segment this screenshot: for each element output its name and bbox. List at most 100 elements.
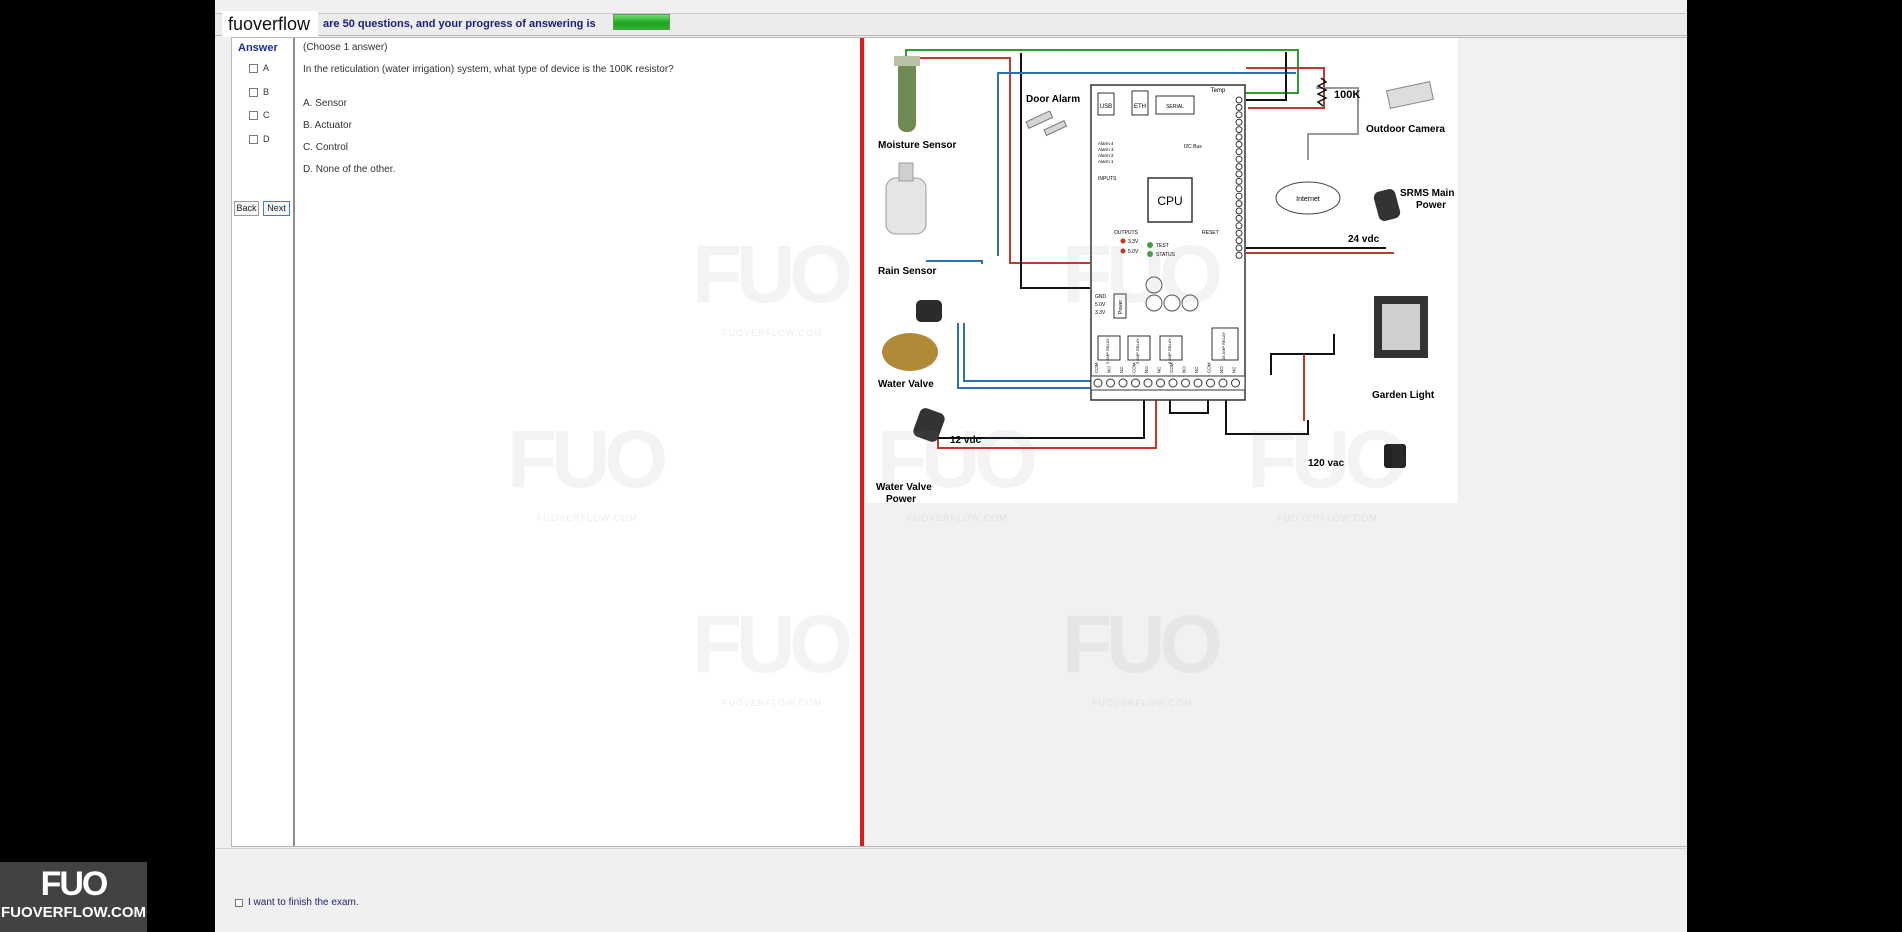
door-alarm-label: Door Alarm bbox=[1026, 94, 1080, 105]
answer-option-label: A bbox=[263, 63, 270, 73]
fuoverflow-logo: FUO FUOVERFLOW.COM bbox=[0, 862, 147, 932]
answer-checkbox[interactable] bbox=[249, 63, 258, 73]
terminal-label: COM bbox=[1207, 362, 1212, 373]
garden-light-label: Garden Light bbox=[1372, 390, 1435, 401]
answer-option-d[interactable]: D bbox=[249, 134, 270, 144]
wire-blue-valve bbox=[957, 323, 1095, 389]
next-button[interactable]: Next bbox=[263, 201, 290, 216]
serial-label: SERIAL bbox=[1166, 104, 1184, 110]
i2c-label: I2C Bus bbox=[1184, 144, 1202, 150]
terminal-label: NO bbox=[1144, 366, 1149, 373]
side-terminal-screw bbox=[1235, 126, 1243, 134]
water-valve-graphic bbox=[882, 333, 938, 371]
terminal-label: NO bbox=[1107, 366, 1112, 373]
side-terminal-screw bbox=[1235, 192, 1243, 200]
answer-option-label: B bbox=[263, 87, 270, 97]
watermark-text: FUOVERFLOW.COM bbox=[1092, 698, 1193, 708]
watermark-text: FUOVERFLOW.COM bbox=[907, 513, 1008, 523]
terminal-label: COM bbox=[1132, 362, 1137, 373]
moisture-sensor-graphic bbox=[898, 60, 916, 132]
title-strip bbox=[215, 0, 1687, 14]
side-terminal-screw bbox=[1235, 200, 1243, 208]
terminal-label: NC bbox=[1232, 366, 1237, 373]
relay-label: 5 AMP RELAY bbox=[1167, 338, 1172, 364]
srms-label: Power bbox=[1416, 200, 1446, 211]
watermark-text: FUOVERFLOW.COM bbox=[537, 513, 638, 523]
terminal-label: NO bbox=[1219, 366, 1224, 373]
terminal-label: NC bbox=[1157, 366, 1162, 373]
eth-label: ETH bbox=[1134, 104, 1146, 110]
progress-text: are 50 questions, and your progress of a… bbox=[323, 18, 596, 30]
answer-option-b[interactable]: B bbox=[249, 87, 269, 97]
side-terminal-screw bbox=[1235, 229, 1243, 237]
temp-label: Temp bbox=[1211, 88, 1226, 94]
answer-checkbox[interactable] bbox=[249, 134, 258, 144]
terminal-screw bbox=[1156, 378, 1165, 388]
adapter-24v-graphic bbox=[1373, 189, 1401, 221]
alarm-label: Alarm 2 bbox=[1098, 153, 1114, 158]
terminal-screw bbox=[1118, 378, 1128, 388]
water-valve-label: Water Valve bbox=[878, 379, 934, 390]
water-valve-solenoid bbox=[916, 300, 942, 322]
alarm-label: Alarm 1 bbox=[1098, 159, 1114, 164]
watermark: FUO bbox=[507, 414, 668, 505]
terminal-label: NC bbox=[1119, 366, 1124, 373]
side-terminal-screw bbox=[1235, 207, 1243, 215]
answer-option-a[interactable]: A bbox=[249, 63, 269, 73]
logo-mark: FUO bbox=[40, 865, 109, 903]
v24-label: 24 vdc bbox=[1348, 234, 1380, 245]
moisture-sensor-label: Moisture Sensor bbox=[878, 140, 956, 151]
answer-option-c[interactable]: C bbox=[249, 110, 270, 120]
question-stem: In the reticulation (water irrigation) s… bbox=[303, 64, 674, 75]
footer-bar: I want to finish the exam. bbox=[215, 848, 1687, 932]
resistor-label: 100K bbox=[1334, 89, 1360, 101]
terminal-screw bbox=[1231, 378, 1240, 388]
progress-fill bbox=[613, 14, 671, 30]
terminal-screw bbox=[1168, 378, 1178, 388]
eth-port bbox=[1131, 90, 1149, 116]
brand-label: fuoverflow bbox=[222, 11, 318, 37]
relay-label: 15 AMP RELAY bbox=[1221, 332, 1226, 360]
choice-d: D. None of the other. bbox=[303, 164, 396, 175]
terminal-screw bbox=[1193, 378, 1203, 388]
finish-exam-label: I want to finish the exam. bbox=[248, 897, 359, 908]
answer-option-label: C bbox=[263, 110, 270, 120]
side-terminal-screw bbox=[1235, 244, 1243, 252]
rain-sensor-label: Rain Sensor bbox=[878, 266, 936, 277]
terminal-screw bbox=[1131, 378, 1140, 388]
choice-b: B. Actuator bbox=[303, 120, 352, 131]
answer-checkbox[interactable] bbox=[249, 87, 258, 97]
progress-bar bbox=[613, 14, 899, 30]
relay-label: 5 AMP RELAY bbox=[1135, 338, 1140, 364]
finish-checkbox-box[interactable] bbox=[235, 898, 243, 907]
relay-label: 5 AMP RELAY bbox=[1105, 338, 1110, 364]
terminal-screw bbox=[1181, 378, 1190, 388]
choice-a: A. Sensor bbox=[303, 98, 347, 109]
back-button[interactable]: Back bbox=[234, 201, 259, 216]
terminal-label: COM bbox=[1094, 362, 1099, 373]
alarm-label: Alarm 3 bbox=[1098, 147, 1114, 152]
wire-black-light bbox=[1270, 334, 1335, 375]
watermark: FUO bbox=[692, 599, 853, 690]
rain-sensor-top bbox=[898, 162, 914, 182]
door-alarm-graphic bbox=[1043, 120, 1068, 137]
alarm-label: Alarm 4 bbox=[1098, 141, 1114, 146]
answer-checkbox[interactable] bbox=[249, 110, 258, 120]
side-terminal-screw bbox=[1235, 222, 1243, 230]
finish-exam-checkbox[interactable]: I want to finish the exam. bbox=[235, 897, 359, 908]
inputs-label: INPUTS bbox=[1098, 176, 1117, 182]
watermark-text: FUOVERFLOW.COM bbox=[1277, 513, 1378, 523]
side-terminal-screw bbox=[1235, 214, 1243, 222]
side-terminal-screw bbox=[1235, 237, 1243, 245]
terminal-screw bbox=[1206, 378, 1215, 388]
wire-blue-rain bbox=[926, 260, 983, 264]
watermark-text: FUOVERFLOW.COM bbox=[722, 328, 823, 338]
terminal-screw bbox=[1106, 378, 1115, 388]
side-terminal-screw bbox=[1235, 103, 1243, 111]
watermark: FUO bbox=[1247, 414, 1408, 505]
side-terminal-screw bbox=[1235, 140, 1243, 148]
terminal-label: NO bbox=[1182, 366, 1187, 373]
terminal-label: NC bbox=[1194, 366, 1199, 373]
side-terminal-screw bbox=[1235, 133, 1243, 141]
side-terminal-screw bbox=[1235, 155, 1243, 163]
